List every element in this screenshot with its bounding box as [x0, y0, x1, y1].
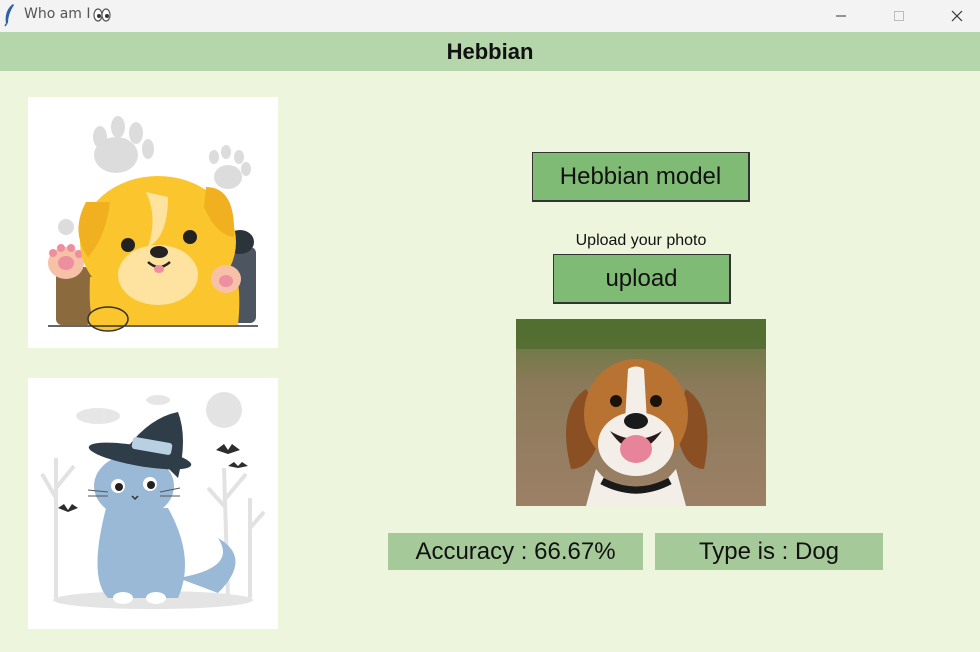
upload-button[interactable]: upload	[553, 254, 731, 304]
window-titlebar: Who am I	[0, 0, 980, 32]
accuracy-result: Accuracy : 66.67%	[388, 533, 643, 570]
maximize-icon	[894, 11, 904, 21]
minimize-icon	[836, 15, 846, 17]
window-title: Who am I	[24, 6, 91, 22]
app-header: Hebbian	[0, 32, 980, 71]
page-title: Hebbian	[446, 39, 534, 64]
cat-witch-illustration	[28, 378, 278, 629]
dog-illustration	[28, 97, 278, 348]
hebbian-model-button[interactable]: Hebbian model	[532, 152, 750, 202]
close-button[interactable]	[934, 0, 980, 32]
feather-icon	[4, 4, 14, 27]
type-result: Type is : Dog	[655, 533, 883, 570]
maximize-button[interactable]	[876, 0, 922, 32]
beagle-photo	[516, 319, 766, 506]
upload-prompt-label: Upload your photo	[575, 232, 707, 249]
minimize-button[interactable]	[818, 0, 864, 32]
eyes-icon	[93, 8, 111, 22]
close-icon	[951, 10, 963, 22]
